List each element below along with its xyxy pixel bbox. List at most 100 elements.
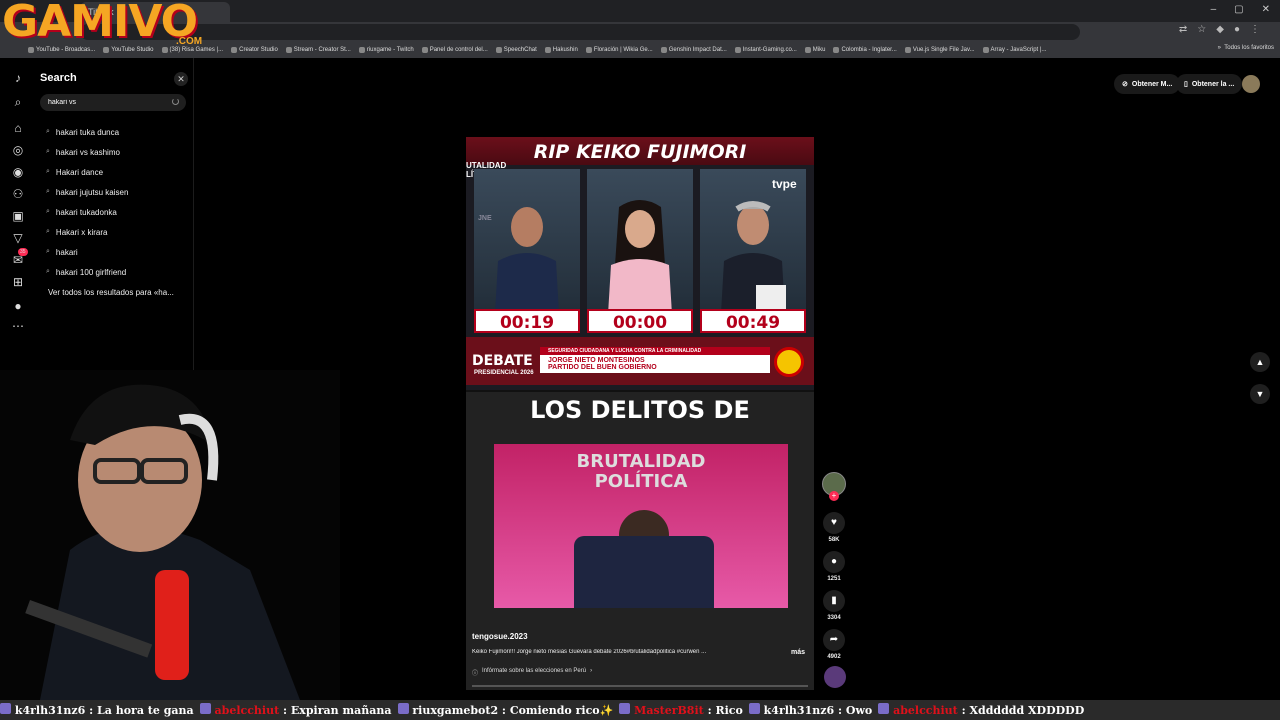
video-progress-bar[interactable] — [472, 685, 808, 687]
bookmark-item[interactable]: Vue.js Single File Jav... — [904, 47, 975, 53]
get-app-button[interactable]: ▯ Obtener la ... — [1176, 74, 1243, 94]
live-icon[interactable]: ◉ — [10, 164, 26, 180]
bookmark-item[interactable]: Hakushin — [544, 47, 578, 53]
search-icon: ⌕ — [46, 188, 50, 195]
likes-count: 58K — [828, 537, 840, 543]
see-all-results-link[interactable]: Ver todos los resultados para «ha... — [48, 288, 174, 297]
share-icon[interactable]: ➦ — [823, 629, 845, 651]
follow-plus-icon[interactable]: + — [829, 491, 839, 501]
elections-info-link[interactable]: ⓘ Infórmate sobre las elecciones en Perú › — [472, 668, 592, 677]
toolbar-icons: ⇄ ☆ ◆ ● ⋮ — [1179, 24, 1260, 35]
translate-icon[interactable]: ⇄ — [1179, 24, 1187, 35]
close-window-button[interactable]: ✕ — [1262, 4, 1270, 15]
previous-video-button[interactable]: ▲ — [1250, 352, 1270, 372]
chevron-down-icon: ▼ — [1255, 389, 1265, 399]
gamivo-logo: GAMIVO — [2, 0, 198, 47]
bookmark-label: Instant-Gaming.co... — [742, 47, 797, 53]
like-action[interactable]: ♥ 58K — [820, 512, 848, 543]
star-icon[interactable]: ☆ — [1197, 24, 1206, 35]
chat-username: abelcchiut — [893, 704, 958, 717]
bookmark-item[interactable]: Creator Studio — [231, 47, 278, 53]
bookmark-item[interactable]: Stream - Creator St... — [285, 47, 351, 53]
comment-icon[interactable]: ● — [823, 551, 845, 573]
bookmarks-overflow[interactable]: » — [1218, 45, 1221, 51]
timer-left: 00:19 — [474, 309, 580, 333]
bookmark-item[interactable]: YouTube Studio — [103, 47, 154, 53]
search-suggestion[interactable]: ⌕ Hakari x kirara — [46, 222, 186, 242]
chat-message: k4rlh31nz6 : La hora te gana — [0, 703, 194, 717]
search-input[interactable] — [40, 94, 186, 111]
user-avatar[interactable] — [1242, 75, 1260, 93]
search-suggestion[interactable]: ⌕ hakari — [46, 242, 186, 262]
profile-avatar-icon[interactable]: ● — [10, 298, 26, 314]
candidate-name: JORGE NIETO MONTESINOS — [548, 357, 645, 364]
timer-center: 00:00 — [587, 309, 693, 333]
profile-icon[interactable]: ● — [1234, 24, 1240, 35]
chat-username: abelcchiut — [214, 704, 280, 717]
save-action[interactable]: ▮ 3304 — [820, 590, 848, 621]
search-suggestion[interactable]: ⌕ hakari vs kashimo — [46, 142, 186, 162]
heart-icon[interactable]: ♥ — [823, 512, 845, 534]
comments-count: 1251 — [827, 576, 841, 582]
all-bookmarks[interactable]: » Todos los favoritos — [1218, 45, 1274, 51]
bookmark-item[interactable]: Floración | Wikia Ge... — [585, 47, 653, 53]
upload-icon[interactable]: ⊞ — [10, 274, 26, 290]
explore-icon[interactable]: ◎ — [10, 142, 26, 158]
menu-icon[interactable]: ⋮ — [1250, 24, 1260, 35]
maximize-button[interactable]: ▢ — [1234, 4, 1243, 15]
bookmark-item[interactable]: Array - JavaScript |... — [982, 47, 1046, 53]
chat-username: riuxgamebot2 — [412, 704, 499, 717]
bookmark-label: SpeechChat — [503, 47, 537, 53]
search-suggestion[interactable]: ⌕ hakari 100 girlfriend — [46, 262, 186, 282]
close-search-icon[interactable]: ✕ — [174, 72, 188, 86]
music-disc[interactable] — [824, 666, 846, 688]
extension-icon[interactable]: ◆ — [1216, 24, 1224, 35]
home-icon[interactable]: ⌂ — [10, 120, 26, 136]
window-controls: – ▢ ✕ — [1211, 4, 1270, 15]
bookmark-item[interactable]: Instant-Gaming.co... — [734, 47, 797, 53]
bookmark-favicon-icon — [28, 47, 34, 53]
bookmark-item[interactable]: (38) Risa Games |... — [161, 47, 224, 53]
search-icon[interactable]: ⌕ — [10, 94, 26, 110]
bookmark-item[interactable]: Genshin Impact Dat... — [660, 47, 727, 53]
bookmark-item[interactable]: SpeechChat — [495, 47, 537, 53]
video-username[interactable]: tengosue.2023 — [472, 632, 528, 641]
bookmark-favicon-icon — [103, 47, 110, 53]
suggestion-label: Hakari x kirara — [55, 227, 108, 237]
video-player[interactable]: RIP KEIKO FUJIMORI UTALIDAD LÍTICA JNE t… — [466, 137, 814, 690]
bookmark-item[interactable]: Panel de control del... — [421, 47, 488, 53]
share-action[interactable]: ➦ 4902 — [820, 629, 848, 660]
suggestion-label: hakari jujutsu kaisen — [55, 187, 129, 197]
search-suggestion[interactable]: ⌕ hakari jujutsu kaisen — [46, 182, 186, 202]
more-link[interactable]: más — [791, 649, 805, 656]
search-suggestion[interactable]: ⌕ hakari tukadonka — [46, 202, 186, 222]
search-suggestion[interactable]: ⌕ hakari tuka dunca — [46, 122, 186, 142]
chat-username: k4rlh31nz6 — [14, 704, 86, 717]
candidate-panel-right — [700, 169, 806, 331]
bookmark-icon[interactable]: ▮ — [823, 590, 845, 612]
search-icon: ⌕ — [46, 248, 50, 255]
following-icon[interactable]: ⚇ — [10, 186, 26, 202]
elections-info-label: Infórmate sobre las elecciones en Perú — [482, 668, 587, 674]
bookmark-item[interactable]: Miku — [804, 47, 825, 53]
search-icon: ⌕ — [46, 168, 50, 175]
next-video-button[interactable]: ▼ — [1250, 384, 1270, 404]
tiktok-logo-icon[interactable]: ♪ — [10, 70, 26, 86]
minimize-button[interactable]: – — [1211, 4, 1217, 15]
bookmark-item[interactable]: riuxgame - Twitch — [358, 47, 414, 53]
bookmark-item[interactable]: Colombia - Inglater... — [833, 47, 897, 53]
bookmark-item[interactable]: YouTube - Broadcas... — [28, 47, 95, 53]
chat-separator: : — [85, 704, 98, 717]
friends-icon[interactable]: ▣ — [10, 208, 26, 224]
bookmark-favicon-icon — [544, 47, 551, 53]
get-coins-button[interactable]: ⊘ Obtener M... — [1114, 74, 1181, 94]
suggestion-label: hakari — [55, 247, 78, 257]
address-bar[interactable] — [80, 24, 1080, 40]
chat-separator: : — [834, 704, 846, 717]
more-icon[interactable]: ⋯ — [10, 318, 26, 334]
comment-action[interactable]: ● 1251 — [820, 551, 848, 582]
activity-icon[interactable]: ▽ — [10, 230, 26, 246]
messages-icon[interactable]: ✉ 35 — [10, 248, 28, 268]
search-suggestion[interactable]: ⌕ Hakari dance — [46, 162, 186, 182]
bookmark-label: (38) Risa Games |... — [169, 47, 224, 53]
